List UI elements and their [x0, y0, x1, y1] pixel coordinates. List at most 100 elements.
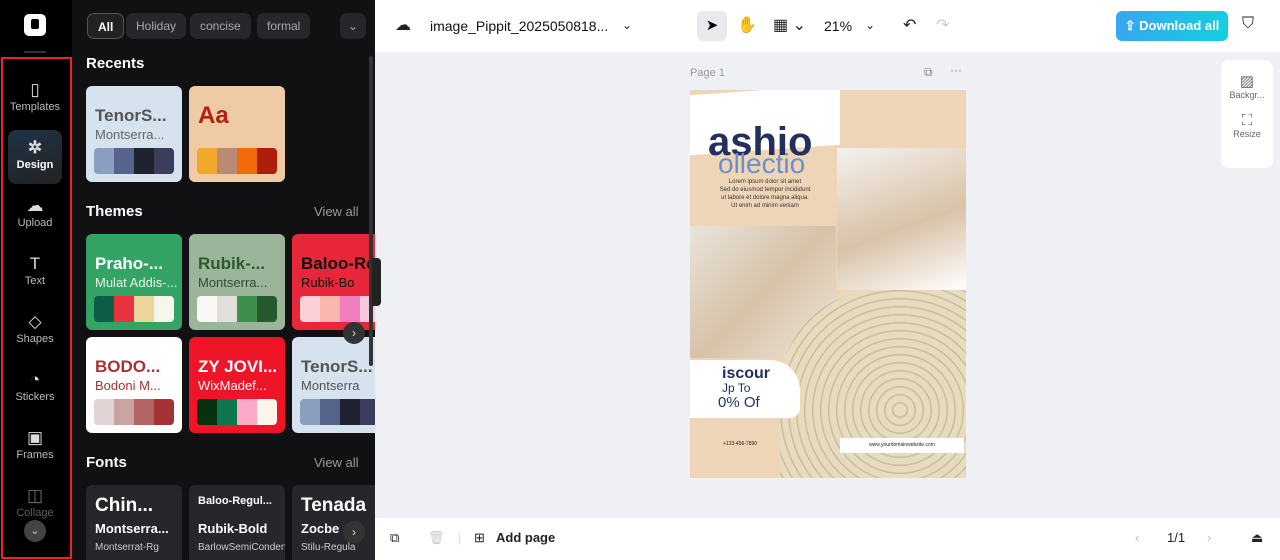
color-swatch	[114, 399, 134, 425]
theme-card[interactable]: Rubik-... Montserra...	[189, 234, 285, 330]
chip-concise[interactable]: concise	[190, 13, 251, 39]
duplicate-page-icon[interactable]: ⧉	[924, 65, 933, 80]
theme-card[interactable]: Praho-... Mulat Addis-...	[86, 234, 182, 330]
nav-templates[interactable]: ▯ Templates	[8, 72, 62, 126]
shield-check-icon[interactable]: ⛉	[1242, 15, 1254, 33]
divider: |	[458, 530, 462, 545]
color-swatch	[257, 399, 277, 425]
nav-frames[interactable]: ▣ Frames	[8, 420, 62, 474]
color-swatch	[257, 296, 277, 322]
font-card[interactable]: Tenada Zocbe Stilu-Regula	[292, 485, 375, 560]
nav-label: Design	[16, 159, 54, 171]
nav-shapes[interactable]: ◇ Shapes	[8, 304, 62, 358]
color-swatch	[237, 399, 257, 425]
nav-label: Collage	[16, 507, 54, 519]
color-swatch	[94, 148, 114, 174]
card-heading-font: Rubik-...	[198, 254, 266, 273]
fonts-next-arrow[interactable]: ›	[343, 521, 365, 543]
background-tool-label[interactable]: Backgr...	[1221, 90, 1273, 100]
font-card[interactable]: Baloo-Regul... Rubik-Bold BarlowSemiConden…	[189, 485, 285, 560]
page-more-icon[interactable]: ···	[950, 63, 962, 77]
add-page-button[interactable]: Add page	[496, 530, 555, 545]
font-body: Montserrat-Rg	[95, 542, 159, 553]
page-counter: 1/1	[1167, 530, 1186, 545]
chip-holiday[interactable]: Holiday	[126, 13, 187, 39]
theme-card[interactable]: ZY JOVI... WixMadef...	[189, 337, 285, 433]
color-swatch	[114, 296, 134, 322]
page-panel-icon[interactable]: ⏏	[1251, 530, 1263, 546]
collapse-panel-handle[interactable]	[372, 258, 381, 306]
font-subheading: Rubik-Bold	[198, 521, 268, 536]
fonts-view-all-link[interactable]: View all	[314, 455, 359, 470]
poster-phone: +123-456-7890	[723, 441, 758, 447]
zoom-chevron-icon[interactable]: ⌄	[865, 18, 875, 32]
resize-tool-label[interactable]: Resize	[1221, 129, 1273, 139]
duplicate-icon[interactable]: ⧉	[390, 530, 399, 546]
redo-icon[interactable]: ↷	[936, 15, 949, 35]
background-icon[interactable]: ▨	[1221, 72, 1273, 90]
resize-icon[interactable]: ⛶	[1221, 112, 1273, 129]
card-body-font: Montserra	[301, 378, 360, 393]
divider	[24, 51, 46, 53]
add-page-icon[interactable]: ⊞	[474, 530, 485, 546]
color-swatch	[134, 296, 154, 322]
poster-subtitle: ollectio	[718, 148, 806, 179]
color-palette	[197, 148, 277, 174]
select-tool-button[interactable]: ➤	[697, 11, 727, 41]
nav-upload[interactable]: ☁ Upload	[8, 188, 62, 242]
upload-cloud-icon: ☁	[26, 196, 44, 215]
shapes-icon: ◇	[28, 312, 42, 331]
recent-theme-card[interactable]: Aa	[189, 86, 285, 182]
themes-heading: Themes	[86, 203, 143, 220]
recents-heading: Recents	[86, 55, 145, 72]
card-heading-font: BODO...	[95, 357, 161, 376]
theme-card[interactable]: Baloo-Regu Rubik-Bo	[292, 234, 375, 330]
theme-card[interactable]: BODO... Bodoni M...	[86, 337, 182, 433]
poster-website: www.yourdomainwebsite.com	[840, 438, 964, 453]
font-card[interactable]: Chin... Montserra... Montserrat-Rg	[86, 485, 182, 560]
nav-label: Shapes	[16, 333, 54, 345]
expand-more-button[interactable]: ⌄	[24, 520, 46, 542]
file-name[interactable]: image_Pippit_2025050818...	[430, 18, 608, 34]
nav-label: Stickers	[15, 391, 55, 403]
zoom-level[interactable]: 21%	[824, 18, 852, 34]
poster-page[interactable]: ashio ollectio Lorem ipsum dolor sit ame…	[690, 90, 966, 478]
hand-tool-icon[interactable]: ✋	[737, 15, 757, 35]
color-swatch	[134, 399, 154, 425]
bottom-bar: ⧉ 🗑 | ⊞ Add page ‹ 1/1 › ⏏	[375, 518, 1280, 560]
poster-discount-line3: 0% Of	[718, 394, 760, 411]
color-swatch	[94, 296, 114, 322]
card-heading-font: TenorS...	[301, 357, 373, 376]
card-body-font: Montserra...	[95, 127, 165, 142]
font-heading: Baloo-Regul...	[198, 495, 272, 507]
download-all-button[interactable]: ⇪ Download all	[1116, 11, 1228, 41]
chip-all[interactable]: All	[87, 13, 125, 39]
poster-discount-line2: Jp To	[722, 381, 751, 395]
color-palette	[300, 399, 375, 425]
nav-design[interactable]: ✲ Design	[8, 130, 62, 184]
nav-stickers[interactable]: ◔ Stickers	[8, 362, 62, 416]
nav-text[interactable]: T Text	[8, 246, 62, 300]
file-menu-chevron-icon[interactable]: ⌄	[622, 18, 632, 32]
layout-icon[interactable]: ▦ ⌄	[773, 15, 806, 35]
themes-view-all-link[interactable]: View all	[314, 204, 359, 219]
card-body-font: Bodoni M...	[95, 378, 161, 393]
themes-next-arrow[interactable]: ›	[343, 322, 365, 344]
chip-formal[interactable]: formal	[257, 13, 311, 39]
color-swatch	[300, 399, 320, 425]
card-heading-font: TenorS...	[95, 106, 167, 125]
undo-icon[interactable]: ↶	[903, 15, 916, 35]
card-heading-font: Aa	[198, 102, 229, 129]
recent-theme-card[interactable]: TenorS... Montserra...	[86, 86, 182, 182]
panel-scrollbar[interactable]	[369, 56, 373, 366]
nav-label: Text	[24, 275, 46, 287]
color-swatch	[237, 148, 257, 174]
theme-card[interactable]: TenorS... Montserra	[292, 337, 375, 433]
color-swatch	[257, 148, 277, 174]
next-page-icon[interactable]: ›	[1207, 530, 1211, 545]
app-logo[interactable]	[24, 14, 46, 36]
trash-icon[interactable]: 🗑	[428, 530, 445, 546]
prev-page-icon[interactable]: ‹	[1135, 530, 1139, 545]
color-palette	[197, 296, 277, 322]
chips-dropdown-button[interactable]: ⌄	[340, 13, 366, 39]
